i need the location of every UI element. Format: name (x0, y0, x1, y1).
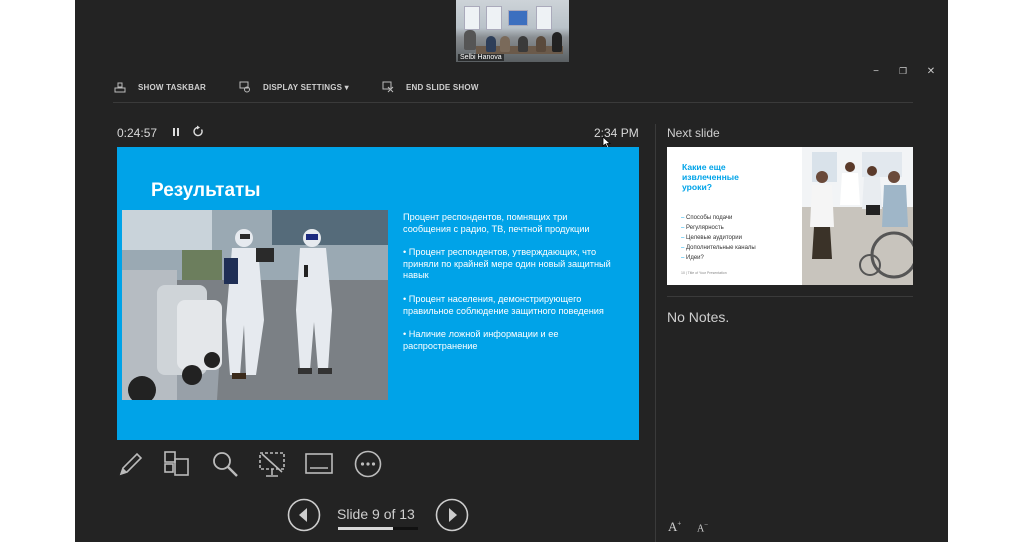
current-time: 2:34 PM (594, 126, 639, 140)
elapsed-timer: 0:24:57 (117, 126, 158, 140)
slide-body: Процент респондентов, помнящих три сообщ… (403, 212, 613, 364)
taskbar-icon (114, 82, 126, 92)
display-settings-icon (239, 81, 250, 93)
current-slide[interactable]: Результаты Процент респондентов, помнящи… (117, 147, 639, 440)
more-options-icon[interactable] (354, 450, 382, 478)
next-slide-item: Дополнительные каналы (681, 243, 756, 253)
slide-bullet: • Наличие ложной информации и ее распрос… (403, 329, 559, 351)
next-slide-footer: 10 | Title of Your Presentation (681, 271, 727, 275)
next-slide-list: Способы подачи Регулярность Целевые ауди… (681, 213, 756, 263)
next-slide-button[interactable] (435, 498, 469, 532)
toolbar-divider (113, 102, 913, 103)
end-slide-show-label: END SLIDE SHOW (406, 82, 479, 92)
increase-font-label: A (668, 519, 678, 534)
next-slide-item: Целевые аудитории (681, 233, 756, 243)
end-slide-show-button[interactable]: END SLIDE SHOW (382, 80, 479, 94)
show-taskbar-label: SHOW TASKBAR (138, 82, 207, 92)
show-taskbar-button[interactable]: SHOW TASKBAR (114, 80, 206, 94)
previous-slide-button[interactable] (287, 498, 321, 532)
increase-font-button[interactable]: A+ (668, 519, 681, 535)
notes-divider (667, 296, 913, 297)
display-settings-label: DISPLAY SETTINGS ▾ (263, 82, 349, 92)
zoom-icon[interactable] (211, 450, 239, 478)
slide-bullet: Процент респондентов, помнящих три сообщ… (403, 212, 590, 234)
next-slide-item: Идеи? (681, 253, 756, 263)
next-slide-label: Next slide (667, 126, 720, 140)
minimize-button[interactable]: − (869, 66, 883, 77)
next-slide-item: Регулярность (681, 223, 756, 233)
slide-bullet: • Процент респондентов, утверждающих, чт… (403, 247, 611, 281)
speaker-notes[interactable]: No Notes. (667, 309, 729, 325)
slide-bullet: • Процент населения, демонстрирующего пр… (403, 293, 604, 316)
slide-title: Результаты (151, 180, 261, 201)
subtitles-icon[interactable] (305, 450, 333, 478)
next-slide-title: Какие еще извлеченные уроки? (682, 162, 739, 193)
next-slide-photo (802, 147, 913, 285)
presenter-view: Selbi Hanova − ❐ ✕ SHOW TASKBAR DISPLAY … (75, 0, 948, 542)
slide-photo (122, 210, 388, 400)
decrease-font-button[interactable]: A− (697, 521, 708, 534)
slide-progress-fill (338, 527, 394, 530)
panel-divider[interactable] (655, 124, 656, 542)
restore-button[interactable]: ❐ (896, 66, 910, 77)
webcam-thumbnail[interactable]: Selbi Hanova (456, 0, 569, 62)
see-all-slides-icon[interactable] (163, 450, 191, 478)
restart-timer-icon[interactable] (192, 125, 204, 138)
close-button[interactable]: ✕ (924, 66, 938, 77)
pause-timer-icon[interactable] (171, 126, 181, 138)
next-slide-item: Способы подачи (681, 213, 756, 223)
participant-name: Selbi Hanova (458, 54, 504, 61)
pen-icon[interactable] (117, 450, 145, 478)
slide-progress-bar (338, 527, 418, 530)
slide-indicator[interactable]: Slide 9 of 13 (337, 506, 415, 522)
black-screen-icon[interactable] (258, 450, 286, 478)
next-slide-preview[interactable]: Какие еще извлеченные уроки? Способы под… (667, 147, 913, 285)
end-show-icon (382, 81, 394, 93)
display-settings-button[interactable]: DISPLAY SETTINGS ▾ (239, 80, 349, 94)
